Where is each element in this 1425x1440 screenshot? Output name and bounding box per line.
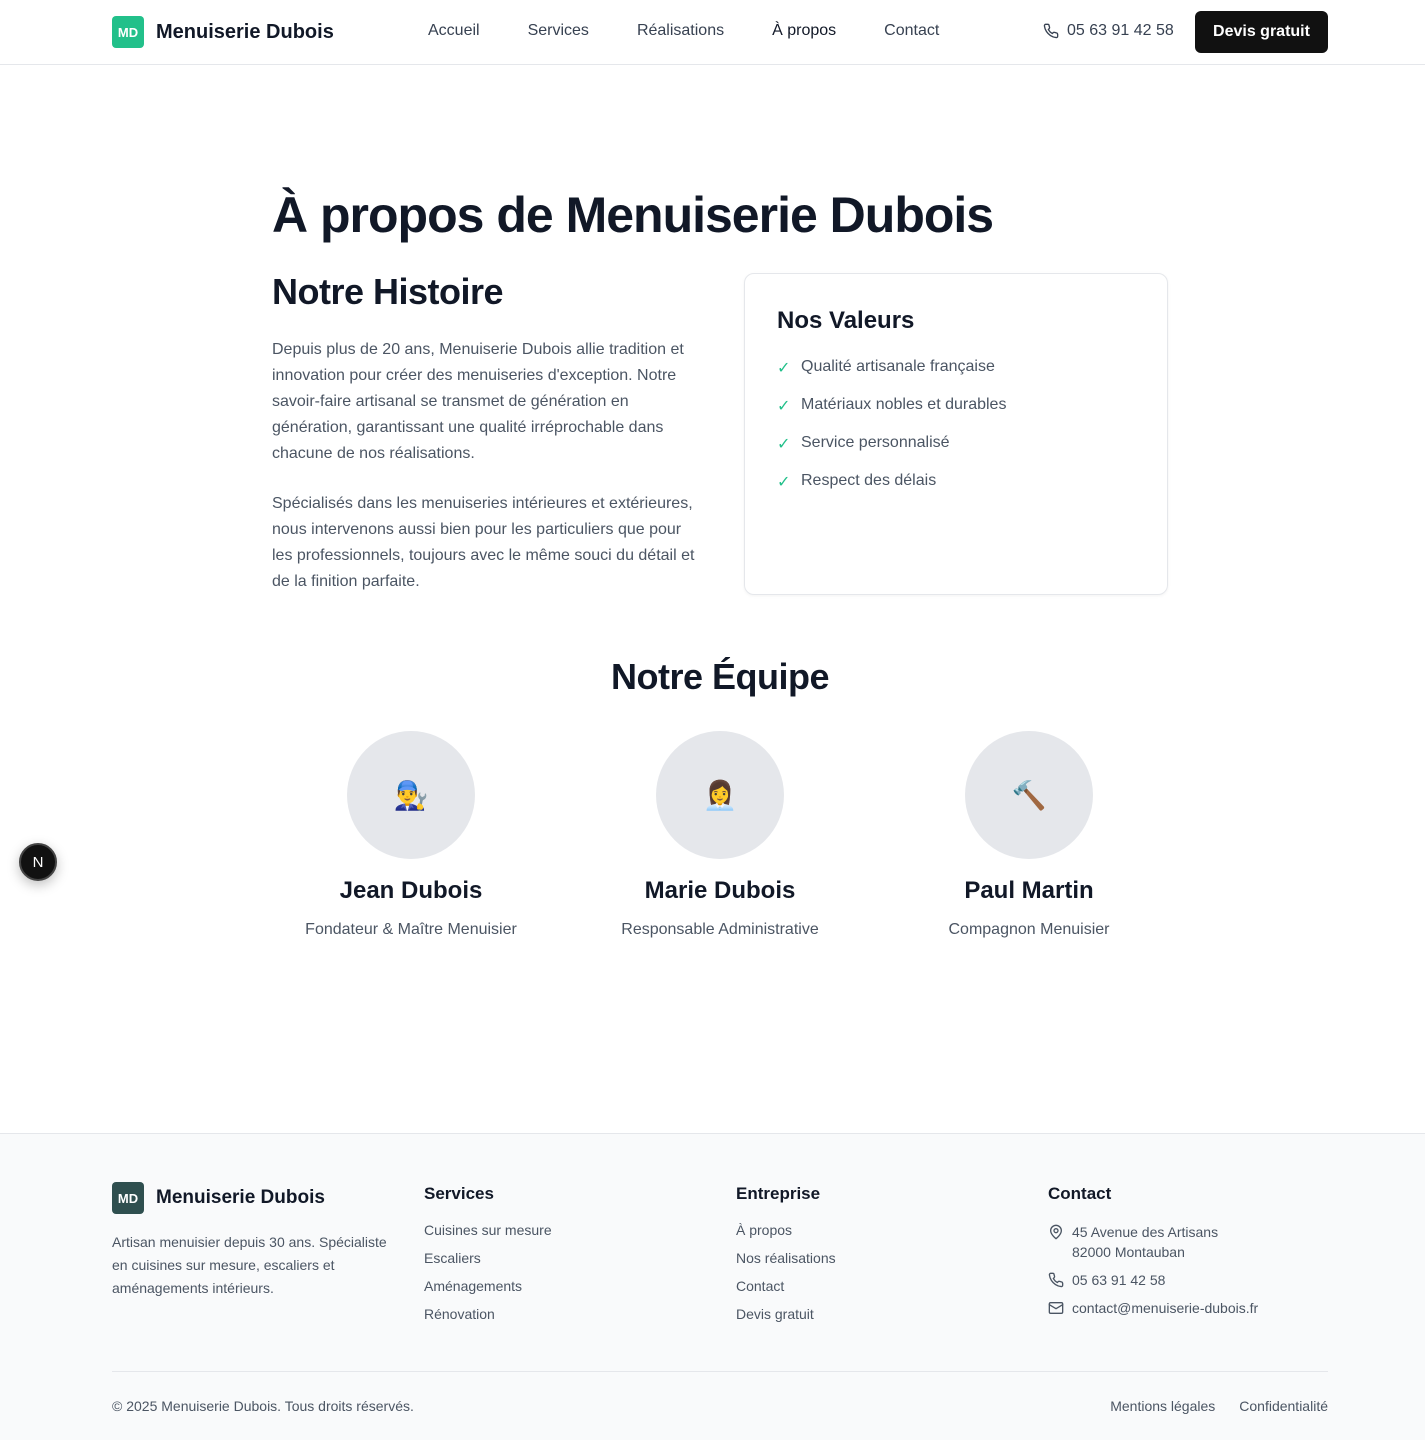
footer-logo-badge: MD	[112, 1182, 144, 1214]
footer-email[interactable]: contact@menuiserie-dubois.fr	[1048, 1298, 1258, 1318]
check-icon: ✓	[777, 360, 791, 377]
team-member-card: 🔨 Paul Martin Compagnon Menuisier	[879, 731, 1179, 939]
value-item: ✓ Respect des délais	[777, 472, 1006, 510]
member-name: Paul Martin	[964, 877, 1094, 904]
avatar-hammer-icon: 🔨	[965, 731, 1093, 859]
page-title: À propos de Menuiserie Dubois	[272, 187, 994, 243]
team-title: Notre Équipe	[610, 656, 830, 697]
main-nav: Accueil Services Réalisations À propos C…	[428, 22, 987, 40]
value-label: Matériaux nobles et durables	[801, 396, 1007, 413]
value-label: Qualité artisanale française	[801, 358, 995, 375]
values-title: Nos Valeurs	[777, 307, 915, 334]
history-paragraph-1: Depuis plus de 20 ans, Menuiserie Dubois…	[272, 341, 684, 462]
values-list: ✓ Qualité artisanale française ✓ Matériaux…	[777, 358, 1006, 510]
nav-services[interactable]: Services	[528, 22, 589, 40]
history-title: Notre Histoire	[272, 271, 504, 312]
footer-link-devis[interactable]: Devis gratuit	[736, 1306, 836, 1334]
check-icon: ✓	[777, 436, 791, 453]
footer-contact-title: Contact	[1048, 1184, 1112, 1203]
header-phone-number: 05 63 91 42 58	[1067, 22, 1174, 39]
nav-realisations[interactable]: Réalisations	[637, 22, 724, 40]
team-member-card: 👩‍💼 Marie Dubois Responsable Administrat…	[570, 731, 870, 939]
header-phone[interactable]: 05 63 91 42 58	[1043, 22, 1174, 40]
check-icon: ✓	[777, 474, 791, 491]
footer-address: 45 Avenue des Artisans 82000 Montauban	[1048, 1222, 1258, 1262]
value-item: ✓ Service personnalisé	[777, 434, 1006, 472]
footer-email-address: contact@menuiserie-dubois.fr	[1072, 1300, 1259, 1316]
phone-icon	[1048, 1272, 1064, 1288]
history-paragraph-2: Spécialisés dans les menuiseries intérie…	[272, 495, 695, 590]
site-logo[interactable]: MD Menuiserie Dubois	[112, 16, 334, 48]
value-label: Respect des délais	[801, 472, 937, 489]
nextjs-dev-indicator-button[interactable]: N	[19, 843, 57, 881]
footer-company-column: Entreprise À propos Nos réalisations Con…	[736, 1184, 836, 1334]
member-name: Marie Dubois	[644, 877, 796, 904]
member-name: Jean Dubois	[339, 877, 483, 904]
site-footer: MD Menuiserie Dubois Artisan menuisier d…	[0, 1133, 1425, 1440]
mail-icon	[1048, 1302, 1064, 1314]
footer-legal-links: Mentions légales Confidentialité	[1086, 1398, 1328, 1414]
logo-text: Menuiserie Dubois	[156, 20, 334, 43]
phone-icon	[1043, 23, 1059, 39]
footer-phone-number: 05 63 91 42 58	[1072, 1272, 1166, 1288]
address-line-1: 45 Avenue des Artisans	[1072, 1224, 1219, 1240]
footer-link-mentions-legales[interactable]: Mentions légales	[1110, 1398, 1215, 1414]
footer-link-cuisines[interactable]: Cuisines sur mesure	[424, 1222, 552, 1250]
footer-link-amenagements[interactable]: Aménagements	[424, 1278, 552, 1306]
avatar-mechanic-icon: 👨‍🔧	[347, 731, 475, 859]
team-member-card: 👨‍🔧 Jean Dubois Fondateur & Maître Menui…	[261, 731, 561, 939]
logo-badge: MD	[112, 16, 144, 48]
values-card: Nos Valeurs ✓ Qualité artisanale français…	[744, 273, 1168, 595]
footer-logo-text: Menuiserie Dubois	[156, 1187, 325, 1208]
member-role: Fondateur & Maître Menuisier	[305, 921, 517, 938]
member-role: Compagnon Menuisier	[948, 921, 1110, 938]
footer-phone[interactable]: 05 63 91 42 58	[1048, 1270, 1258, 1290]
footer-link-renovation[interactable]: Rénovation	[424, 1306, 552, 1334]
site-header: MD Menuiserie Dubois Accueil Services Ré…	[0, 0, 1425, 65]
nav-contact[interactable]: Contact	[884, 22, 939, 40]
footer-link-contact[interactable]: Contact	[736, 1278, 836, 1306]
footer-link-realisations[interactable]: Nos réalisations	[736, 1250, 836, 1278]
footer-services-column: Services Cuisines sur mesure Escaliers A…	[424, 1184, 552, 1334]
footer-services-title: Services	[424, 1184, 494, 1203]
footer-description: Artisan menuisier depuis 30 ans. Spécial…	[112, 1234, 387, 1296]
footer-contact-column: Contact 45 Avenue des Artisans 82000 Mon…	[1048, 1184, 1258, 1326]
value-label: Service personnalisé	[801, 434, 950, 451]
value-item: ✓ Matériaux nobles et durables	[777, 396, 1006, 434]
footer-link-confidentialite[interactable]: Confidentialité	[1239, 1398, 1328, 1414]
value-item: ✓ Qualité artisanale française	[777, 358, 1006, 396]
nav-accueil[interactable]: Accueil	[428, 22, 480, 40]
footer-link-escaliers[interactable]: Escaliers	[424, 1250, 552, 1278]
footer-logo[interactable]: MD Menuiserie Dubois	[112, 1182, 325, 1214]
footer-copyright: © 2025 Menuiserie Dubois. Tous droits ré…	[112, 1398, 414, 1414]
footer-link-a-propos[interactable]: À propos	[736, 1222, 836, 1250]
check-icon: ✓	[777, 398, 791, 415]
footer-company-title: Entreprise	[736, 1184, 821, 1203]
member-role: Responsable Administrative	[621, 921, 819, 938]
devis-gratuit-button[interactable]: Devis gratuit	[1195, 11, 1328, 53]
address-line-2: 82000 Montauban	[1072, 1244, 1185, 1260]
avatar-office-worker-icon: 👩‍💼	[656, 731, 784, 859]
footer-divider	[112, 1371, 1328, 1372]
map-pin-icon	[1050, 1224, 1062, 1240]
nav-a-propos[interactable]: À propos	[772, 22, 836, 40]
